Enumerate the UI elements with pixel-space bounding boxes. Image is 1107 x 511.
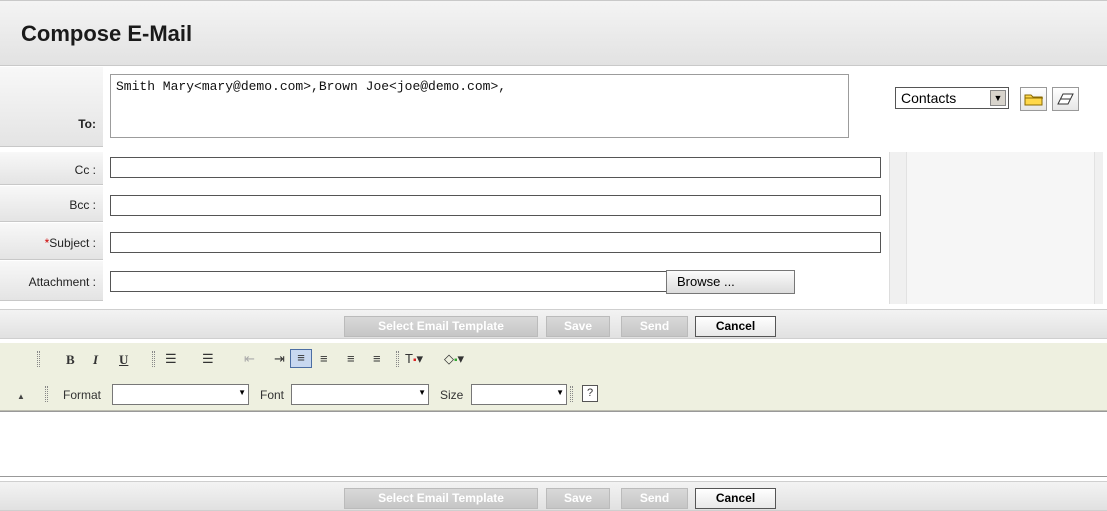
outdent-icon[interactable]: ⇤ <box>244 351 255 367</box>
subject-input[interactable] <box>110 232 881 253</box>
bold-button[interactable]: B <box>66 352 75 368</box>
cancel-button[interactable]: Cancel <box>695 316 776 337</box>
action-bar-bottom: Select Email Template Save Send Cancel <box>0 481 1107 511</box>
action-bar-top: Select Email Template Save Send Cancel <box>0 309 1107 339</box>
browse-button[interactable]: Browse ... <box>666 270 795 294</box>
select-template-button-bottom[interactable]: Select Email Template <box>344 488 538 509</box>
attachment-input[interactable] <box>110 271 667 292</box>
help-icon[interactable]: ? <box>582 385 598 402</box>
background-color-icon[interactable]: ◇▪▾ <box>444 351 464 367</box>
font-select[interactable]: ▼ <box>291 384 429 405</box>
save-button[interactable]: Save <box>546 316 610 337</box>
cancel-button-bottom[interactable]: Cancel <box>695 488 776 509</box>
cc-label-cell: Cc : <box>0 152 103 185</box>
italic-button[interactable]: I <box>93 352 98 368</box>
title-bar: Compose E-Mail <box>0 0 1107 66</box>
chevron-down-icon: ▼ <box>556 388 564 397</box>
chevron-down-icon: ▼ <box>238 388 246 397</box>
to-label-cell: To: <box>0 67 103 147</box>
subject-label: *Subject : <box>45 236 96 250</box>
format-label: Format <box>63 388 102 402</box>
size-select[interactable]: ▼ <box>471 384 567 405</box>
folder-icon[interactable] <box>1020 87 1047 111</box>
bcc-input[interactable] <box>110 195 881 216</box>
side-panel-inner <box>906 152 1095 304</box>
page-title: Compose E-Mail <box>21 21 193 46</box>
toolbar-separator-icon <box>152 351 155 367</box>
align-center-icon[interactable]: ≡ <box>320 351 328 366</box>
compose-email-window: Compose E-Mail To: Smith Mary<mary@demo.… <box>0 0 1107 511</box>
subject-label-text: Subject : <box>49 236 96 250</box>
contacts-selected-value: Contacts <box>901 90 957 106</box>
to-label: To: <box>78 117 96 131</box>
bcc-label-cell: Bcc : <box>0 186 103 222</box>
send-button-bottom[interactable]: Send <box>621 488 688 509</box>
subject-label-cell: *Subject : <box>0 223 103 260</box>
toolbar-grip-icon-2 <box>45 386 48 402</box>
unordered-list-icon[interactable]: ☰ <box>202 351 214 367</box>
align-right-icon[interactable]: ≡ <box>347 351 355 366</box>
to-field[interactable]: Smith Mary<mary@demo.com>,Brown Joe<joe@… <box>110 74 849 138</box>
align-justify-icon[interactable]: ≡ <box>373 351 381 366</box>
format-select[interactable]: ▼ <box>112 384 249 405</box>
bcc-label: Bcc : <box>69 198 96 212</box>
side-panel <box>889 152 1103 304</box>
chevron-down-icon: ▼ <box>418 388 426 397</box>
indent-icon[interactable]: ⇥ <box>274 351 285 367</box>
chevron-down-icon[interactable]: ▼ <box>990 90 1006 106</box>
eraser-icon[interactable] <box>1052 87 1079 111</box>
attachment-label: Attachment : <box>28 275 96 289</box>
save-button-bottom[interactable]: Save <box>546 488 610 509</box>
ordered-list-icon[interactable]: ☰ <box>165 351 177 367</box>
align-left-icon[interactable]: ≡ <box>290 349 312 368</box>
text-color-icon[interactable]: T▪▾ <box>405 351 423 367</box>
select-template-button[interactable]: Select Email Template <box>344 316 538 337</box>
message-body-editor[interactable] <box>0 411 1107 477</box>
attachment-label-cell: Attachment : <box>0 261 103 301</box>
cc-input[interactable] <box>110 157 881 178</box>
cc-label: Cc : <box>74 163 96 177</box>
contacts-select[interactable]: Contacts ▼ <box>895 87 1009 109</box>
send-button[interactable]: Send <box>621 316 688 337</box>
toolbar-grip-icon <box>37 351 40 367</box>
toolbar-separator-icon-2 <box>396 351 399 367</box>
collapse-toolbar-icon[interactable]: ▲ <box>17 392 25 401</box>
toolbar-separator-icon-3 <box>570 386 573 402</box>
font-label: Font <box>260 388 285 402</box>
size-label: Size <box>440 388 464 402</box>
underline-button[interactable]: U <box>119 352 128 368</box>
